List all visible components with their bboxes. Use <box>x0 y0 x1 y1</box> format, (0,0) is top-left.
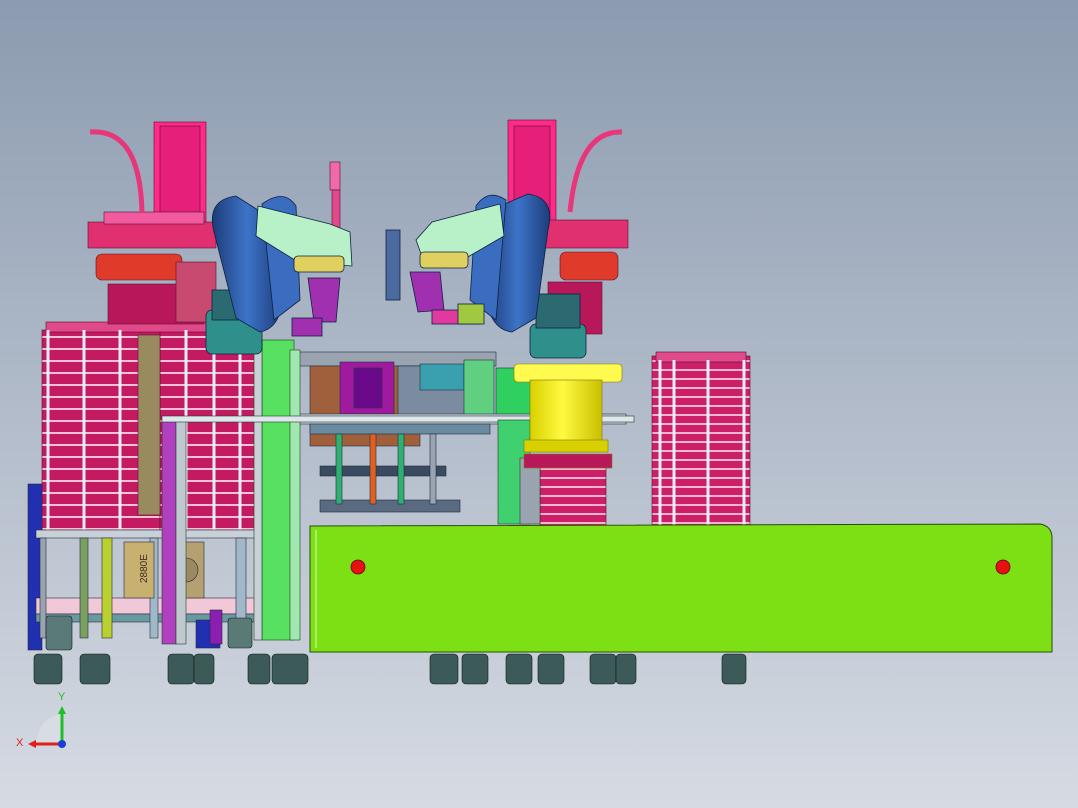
cad-scene[interactable]: 2880E X Y <box>0 0 1078 808</box>
part-label: 2880E <box>139 554 150 583</box>
bolt-right <box>995 559 1011 575</box>
cad-viewport[interactable]: 2880E X Y <box>0 0 1078 808</box>
triad-y-label: Y <box>58 691 66 703</box>
triad-x-label: X <box>16 737 24 749</box>
bolt-left <box>350 559 366 575</box>
green-cover-panel[interactable] <box>309 523 1053 653</box>
